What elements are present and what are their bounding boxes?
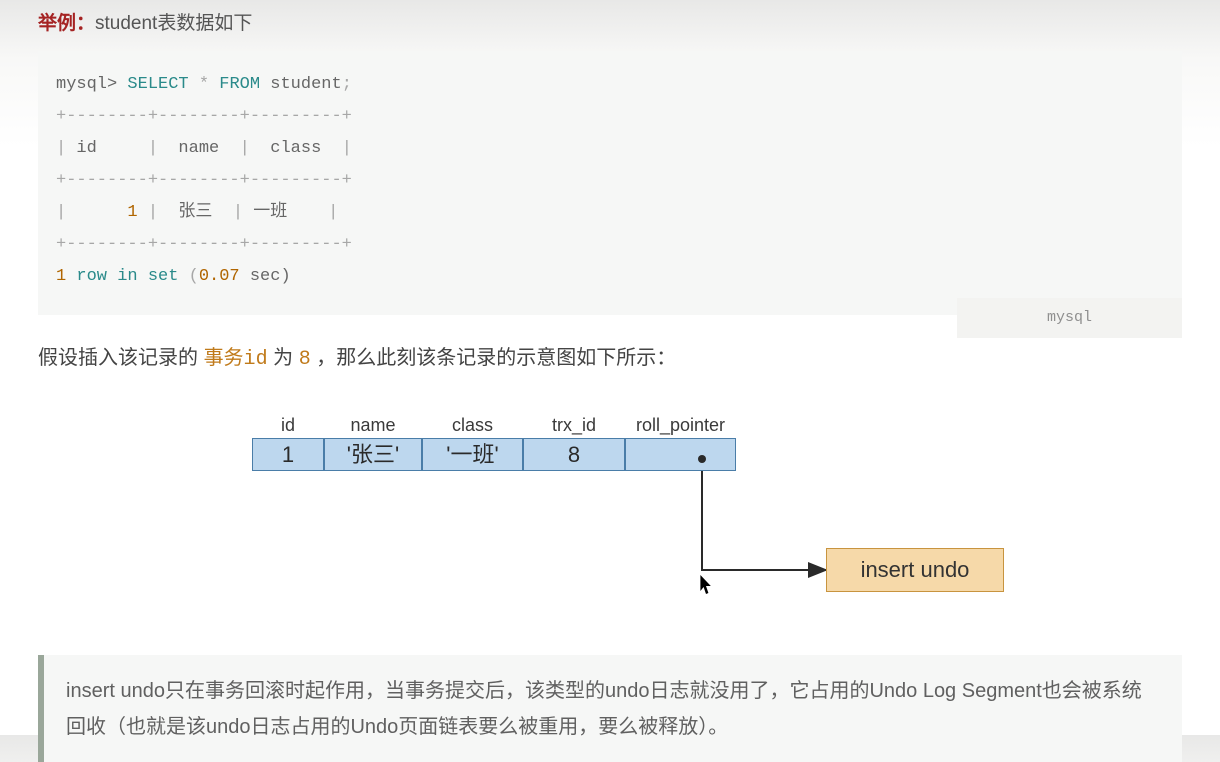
row-class: 一班 <box>243 203 328 222</box>
code-lang-tag: mysql <box>957 298 1182 338</box>
cell-class: '一班' <box>422 438 523 471</box>
row-sep2: | <box>233 203 243 222</box>
sql-star: * <box>199 75 209 94</box>
row-sep1: | <box>148 203 158 222</box>
explanation-sentence: 假设插入该记录的 事务id 为 8 ，那么此刻该条记录的示意图如下所示： <box>38 343 1182 375</box>
sentence-mid: 为 <box>268 347 299 369</box>
pointer-origin-dot <box>698 455 706 463</box>
heading-rest: student表数据如下 <box>95 13 252 34</box>
sql-table: student <box>270 75 341 94</box>
col-header-name: name <box>324 415 422 438</box>
code-border-mid: +--------+--------+---------+ <box>56 171 352 190</box>
hdr-close: | <box>342 139 352 158</box>
sql-code-block: mysql> SELECT * FROM student; +--------+… <box>38 51 1182 315</box>
insert-undo-box: insert undo <box>826 548 1004 592</box>
cell-trxid: 8 <box>523 438 625 471</box>
hdr-sep1: | <box>148 139 158 158</box>
sentence-pre: 假设插入该记录的 <box>38 347 204 369</box>
row-open: | <box>56 203 66 222</box>
sentence-trx-label: 事务id <box>204 345 268 375</box>
record-diagram: id name class trx_id roll_pointer 1 '张三'… <box>38 415 1182 635</box>
col-header-class: class <box>422 415 523 438</box>
cell-rollpointer <box>625 438 736 471</box>
code-border-bot: +--------+--------+---------+ <box>56 235 352 254</box>
sql-semi: ; <box>342 75 352 94</box>
cell-name: '张三' <box>324 438 422 471</box>
heading-prefix: 举例： <box>38 13 95 34</box>
sentence-trx-value: 8 <box>299 345 311 375</box>
cursor-icon <box>700 574 713 602</box>
result-po: ( <box>189 267 199 286</box>
quote-text: insert undo只在事务回滚时起作用，当事务提交后，该类型的undo日志就… <box>66 680 1142 738</box>
insert-undo-note: insert undo只在事务回滚时起作用，当事务提交后，该类型的undo日志就… <box>38 655 1182 762</box>
result-time: 0.07 <box>199 267 240 286</box>
record-table: id name class trx_id roll_pointer 1 '张三'… <box>252 415 736 471</box>
sql-prompt: mysql> <box>56 75 117 94</box>
sentence-post: ，那么此刻该条记录的示意图如下所示： <box>311 347 677 369</box>
col-header-rollpointer: roll_pointer <box>625 415 736 438</box>
hdr-open: | <box>56 139 66 158</box>
row-close: | <box>328 203 338 222</box>
sql-from: FROM <box>219 75 260 94</box>
result-text: row in set <box>66 267 188 286</box>
hdr-id: id <box>66 139 148 158</box>
result-sec: sec) <box>240 267 291 286</box>
hdr-name: name <box>158 139 240 158</box>
hdr-class: class <box>250 139 342 158</box>
example-heading: 举例：student表数据如下 <box>38 8 1182 35</box>
hdr-sep2: | <box>240 139 250 158</box>
cell-id: 1 <box>252 438 324 471</box>
row-id: 1 <box>66 203 148 222</box>
result-count: 1 <box>56 267 66 286</box>
row-name: 张三 <box>158 203 233 222</box>
col-header-trxid: trx_id <box>523 415 625 438</box>
sql-select: SELECT <box>127 75 188 94</box>
code-border-top: +--------+--------+---------+ <box>56 107 352 126</box>
col-header-id: id <box>252 415 324 438</box>
